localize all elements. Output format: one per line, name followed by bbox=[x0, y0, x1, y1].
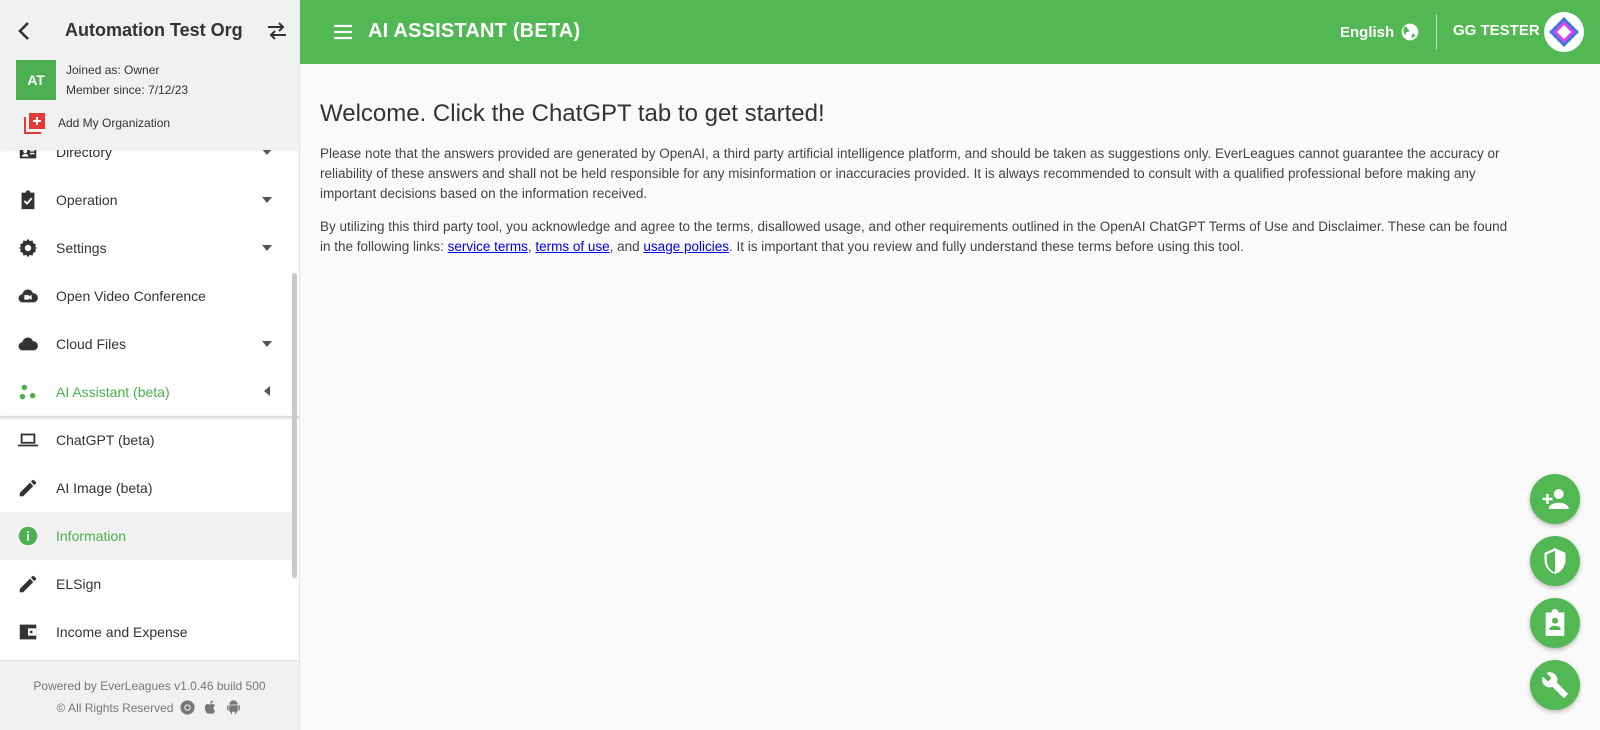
caret-down-icon bbox=[262, 341, 272, 347]
rights-text: © All Rights Reserved bbox=[56, 700, 174, 715]
sidebar: Directory Operation Settings Open Video … bbox=[0, 0, 300, 730]
pencil-icon bbox=[19, 479, 37, 497]
security-fab[interactable] bbox=[1530, 536, 1580, 586]
sidebar-item-cloud-files[interactable]: Cloud Files bbox=[0, 320, 292, 368]
org-name: Automation Test Org bbox=[65, 20, 243, 40]
sidebar-header: Automation Test Org AT Joined as: Owner … bbox=[0, 0, 299, 150]
sidebar-item-label: Operation bbox=[56, 192, 118, 208]
disclaimer-paragraph: Please note that the answers provided ar… bbox=[320, 146, 1500, 201]
wallet-icon bbox=[19, 624, 37, 640]
user-avatar[interactable] bbox=[1544, 12, 1584, 52]
usage-policies-link[interactable]: usage policies bbox=[643, 239, 729, 254]
cloud-video-icon bbox=[18, 289, 38, 303]
apple-icon[interactable] bbox=[202, 699, 219, 716]
sidebar-item-label: ChatGPT (beta) bbox=[56, 432, 155, 448]
sidebar-item-settings[interactable]: Settings bbox=[0, 224, 292, 272]
main-content: Welcome. Click the ChatGPT tab to get st… bbox=[320, 100, 1520, 270]
separator-text: , and bbox=[609, 239, 644, 254]
contact-fab[interactable] bbox=[1530, 598, 1580, 648]
wrench-icon bbox=[1542, 672, 1568, 698]
sidebar-item-label: Open Video Conference bbox=[56, 288, 206, 304]
chevron-left-icon[interactable] bbox=[14, 20, 34, 42]
top-app-bar: AI ASSISTANT (BETA) English GG TESTER bbox=[300, 0, 1600, 64]
sidebar-item-label: Settings bbox=[56, 240, 107, 256]
caret-down-icon bbox=[262, 197, 272, 203]
chrome-icon[interactable] bbox=[179, 699, 196, 716]
member-since: Member since: 7/12/23 bbox=[66, 83, 189, 97]
joined-as: Joined as: Owner bbox=[66, 63, 160, 77]
footer-rights-row: © All Rights Reserved bbox=[0, 699, 299, 716]
sidebar-item-ai-assistant[interactable]: AI Assistant (beta) bbox=[0, 368, 292, 416]
info-icon bbox=[18, 526, 38, 546]
sidebar-item-label: Income and Expense bbox=[56, 624, 188, 640]
welcome-heading: Welcome. Click the ChatGPT tab to get st… bbox=[320, 100, 825, 127]
sidebar-item-chatgpt[interactable]: ChatGPT (beta) bbox=[0, 416, 292, 464]
sidebar-item-label: Cloud Files bbox=[56, 336, 127, 352]
qa-logo-icon bbox=[1546, 14, 1582, 50]
sidebar-scrollbar[interactable] bbox=[292, 273, 297, 578]
sidebar-footer: Powered by EverLeagues v1.0.46 build 500… bbox=[0, 660, 299, 730]
avatar: AT bbox=[16, 60, 56, 100]
add-organization-button[interactable]: Add My Organization bbox=[24, 112, 170, 134]
globe-icon bbox=[1401, 23, 1419, 41]
pencil-icon bbox=[19, 575, 37, 593]
add-org-label: Add My Organization bbox=[58, 116, 171, 130]
android-icon[interactable] bbox=[225, 699, 242, 716]
sidebar-item-label: AI Image (beta) bbox=[56, 480, 153, 496]
add-user-fab[interactable] bbox=[1530, 474, 1580, 524]
sidebar-item-income-expense[interactable]: Income and Expense bbox=[0, 608, 292, 656]
terms-of-use-link[interactable]: terms of use bbox=[535, 239, 609, 254]
header-divider bbox=[1436, 14, 1437, 50]
sidebar-item-information[interactable]: Information bbox=[0, 512, 292, 560]
assignment-ind-icon bbox=[1545, 609, 1565, 636]
sidebar-item-operation[interactable]: Operation bbox=[0, 176, 292, 224]
laptop-icon bbox=[17, 433, 39, 447]
clipboard-check-icon bbox=[21, 190, 35, 210]
sidebar-item-label: Information bbox=[56, 528, 127, 544]
add-box-icon bbox=[24, 113, 45, 134]
page-title: AI ASSISTANT (BETA) bbox=[368, 20, 581, 42]
service-terms-link[interactable]: service terms bbox=[448, 239, 528, 254]
caret-down-icon bbox=[262, 245, 272, 251]
user-name[interactable]: GG TESTER bbox=[1453, 22, 1540, 39]
shield-icon bbox=[1544, 548, 1566, 574]
tools-fab[interactable] bbox=[1530, 660, 1580, 710]
sidebar-item-ai-image[interactable]: AI Image (beta) bbox=[0, 464, 292, 512]
hamburger-menu-icon[interactable] bbox=[332, 21, 354, 43]
language-label: English bbox=[1340, 23, 1395, 41]
terms-paragraph: By utilizing this third party tool, you … bbox=[320, 217, 1520, 257]
sidebar-item-label: ELSign bbox=[56, 576, 102, 592]
bubble-dots-icon bbox=[19, 384, 36, 400]
gear-icon bbox=[18, 238, 38, 258]
caret-left-icon bbox=[264, 386, 270, 396]
swap-arrows-icon[interactable] bbox=[266, 21, 288, 41]
cloud-icon bbox=[18, 337, 38, 351]
sidebar-item-elsign[interactable]: ELSign bbox=[0, 560, 292, 608]
powered-by-text: Powered by EverLeagues v1.0.46 build 500 bbox=[33, 679, 266, 693]
terms-text-suffix: . It is important that you review and fu… bbox=[728, 239, 1244, 254]
language-selector[interactable]: English bbox=[1340, 22, 1420, 42]
sidebar-item-label: AI Assistant (beta) bbox=[56, 384, 170, 400]
sidebar-item-video-conference[interactable]: Open Video Conference bbox=[0, 272, 292, 320]
person-add-icon bbox=[1542, 489, 1569, 509]
